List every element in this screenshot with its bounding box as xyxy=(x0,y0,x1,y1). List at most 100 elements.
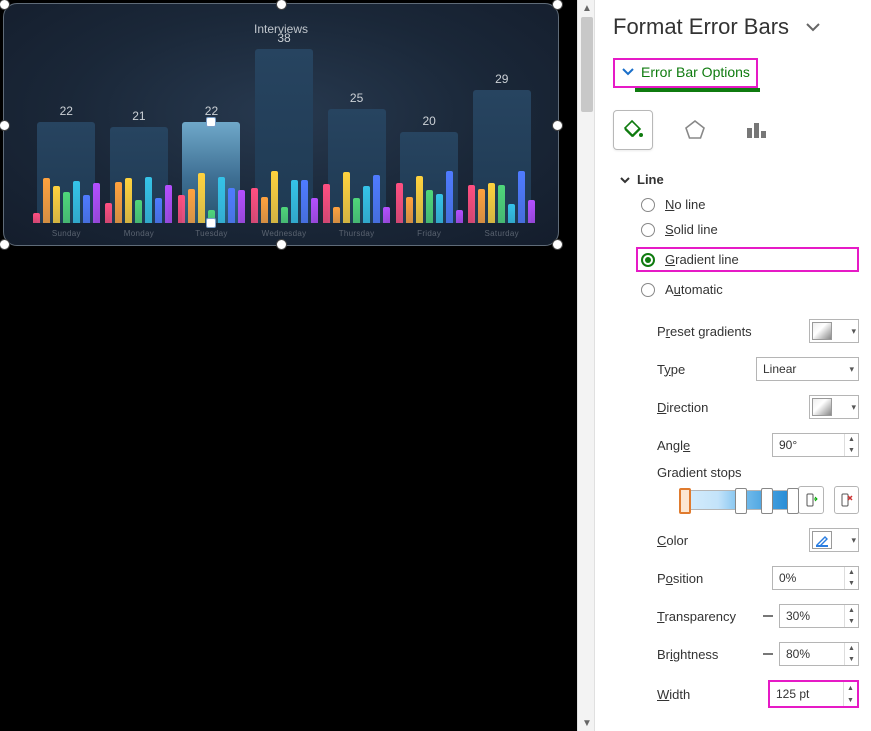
selection-handle[interactable] xyxy=(276,0,287,10)
error-bar-handle[interactable] xyxy=(206,117,216,127)
pencil-icon xyxy=(815,533,829,547)
mini-bar-group xyxy=(33,178,100,223)
spinner-down[interactable]: ▼ xyxy=(845,578,858,589)
selection-handle[interactable] xyxy=(0,0,10,10)
highlight-annotation: Error Bar Options xyxy=(613,58,758,88)
brightness-input[interactable]: 80% ▲▼ xyxy=(779,642,859,666)
error-bar-handle[interactable] xyxy=(206,218,216,228)
spinner-up[interactable]: ▲ xyxy=(845,567,858,578)
bar-options-tab[interactable] xyxy=(737,110,777,150)
chart-object[interactable]: Interviews 22Sunday21Monday22Tuesday38We… xyxy=(3,3,559,246)
mini-bar-group xyxy=(251,171,318,223)
selection-handle[interactable] xyxy=(0,239,10,250)
radio-automatic[interactable]: Automatic xyxy=(641,282,859,297)
scroll-down-arrow[interactable]: ▼ xyxy=(578,715,596,731)
mini-bar-group xyxy=(468,171,535,223)
selection-handle[interactable] xyxy=(552,239,563,250)
angle-label: Angle xyxy=(657,438,690,453)
active-tab-underline xyxy=(635,88,760,92)
axis-category-label: Friday xyxy=(393,229,466,238)
bar-chart-icon xyxy=(745,120,769,140)
vertical-scrollbar[interactable]: ▲ ▼ xyxy=(577,0,595,731)
highlight-annotation: Gradient line xyxy=(636,247,859,272)
add-gradient-stop-button[interactable] xyxy=(798,486,823,514)
type-dropdown[interactable]: Linear▾ xyxy=(756,357,859,381)
data-label: 38 xyxy=(248,31,321,45)
direction-label: Direction xyxy=(657,400,708,415)
line-section-header[interactable]: Line xyxy=(619,172,859,187)
spinner-down[interactable]: ▼ xyxy=(844,694,857,706)
color-label: Color xyxy=(657,533,688,548)
spinner-down[interactable]: ▼ xyxy=(845,445,858,456)
position-input[interactable]: 0% ▲▼ xyxy=(772,566,859,590)
brightness-label: Brightness xyxy=(657,647,718,662)
radio-no-line[interactable]: No line xyxy=(641,197,859,212)
pane-title: Format Error Bars xyxy=(613,14,789,40)
transparency-slider[interactable] xyxy=(763,609,773,623)
remove-gradient-stop-button[interactable] xyxy=(834,486,859,514)
transparency-label: Transparency xyxy=(657,609,736,624)
data-label: 29 xyxy=(465,72,538,86)
radio-solid-line[interactable]: Solid line xyxy=(641,222,859,237)
error-bar-options-menu[interactable]: Error Bar Options xyxy=(621,64,750,80)
data-label: 20 xyxy=(393,114,466,128)
highlight-annotation: 125 pt ▲▼ xyxy=(768,680,859,708)
scroll-up-arrow[interactable]: ▲ xyxy=(578,0,596,16)
format-pane: Format Error Bars Error Bar Options xyxy=(595,0,871,731)
direction-dropdown[interactable]: ▾ xyxy=(809,395,859,419)
gradient-stops-label: Gradient stops xyxy=(657,465,859,480)
transparency-input[interactable]: 30% ▲▼ xyxy=(779,604,859,628)
error-bar-options-label: Error Bar Options xyxy=(641,64,750,80)
axis-category-label: Monday xyxy=(103,229,176,238)
radio-gradient-line[interactable]: Gradient line xyxy=(641,252,849,267)
gradient-stops-track[interactable] xyxy=(680,490,788,510)
data-label: 22 xyxy=(175,104,248,118)
selection-handle[interactable] xyxy=(552,120,563,131)
color-picker[interactable]: ▾ xyxy=(809,528,859,552)
axis-category-label: Thursday xyxy=(320,229,393,238)
mini-bar-group xyxy=(178,173,245,223)
effects-tab[interactable] xyxy=(675,110,715,150)
mini-bar-group xyxy=(323,172,390,223)
axis-category-label: Sunday xyxy=(30,229,103,238)
type-label: Type xyxy=(657,362,685,377)
line-section-label: Line xyxy=(637,172,664,187)
width-label: Width xyxy=(657,687,690,702)
spinner-down[interactable]: ▼ xyxy=(845,616,858,627)
remove-stop-icon xyxy=(838,492,854,508)
preset-gradients-label: Preset gradients xyxy=(657,324,752,339)
spinner-up[interactable]: ▲ xyxy=(844,682,857,694)
chevron-down-icon xyxy=(619,174,631,186)
fill-and-line-tab[interactable] xyxy=(613,110,653,150)
position-label: Position xyxy=(657,571,703,586)
selection-handle[interactable] xyxy=(0,120,10,131)
data-label: 22 xyxy=(30,104,103,118)
pentagon-icon xyxy=(683,118,707,142)
gradient-stop[interactable] xyxy=(735,488,747,514)
angle-input[interactable]: 90° ▲▼ xyxy=(772,433,859,457)
mini-bar-group xyxy=(396,171,463,223)
spinner-down[interactable]: ▼ xyxy=(845,654,858,665)
scroll-thumb[interactable] xyxy=(581,17,593,112)
brightness-slider[interactable] xyxy=(763,647,773,661)
gradient-stop[interactable] xyxy=(761,488,773,514)
mini-bar-group xyxy=(105,177,172,223)
preset-gradients-dropdown[interactable]: ▾ xyxy=(809,319,859,343)
chevron-down-icon xyxy=(621,65,635,79)
gradient-stop[interactable] xyxy=(787,488,799,514)
data-label: 21 xyxy=(103,109,176,123)
selection-handle[interactable] xyxy=(552,0,563,10)
gradient-stop[interactable] xyxy=(679,488,691,514)
paint-bucket-icon xyxy=(621,118,645,142)
axis-category-label: Wednesday xyxy=(248,229,321,238)
spinner-up[interactable]: ▲ xyxy=(845,643,858,654)
width-input[interactable]: 125 pt ▲▼ xyxy=(770,682,857,706)
axis-category-label: Saturday xyxy=(465,229,538,238)
spinner-up[interactable]: ▲ xyxy=(845,434,858,445)
pane-options-chevron-icon[interactable] xyxy=(803,17,823,37)
slide-canvas[interactable]: Interviews 22Sunday21Monday22Tuesday38We… xyxy=(0,0,577,731)
axis-category-label: Tuesday xyxy=(175,229,248,238)
spinner-up[interactable]: ▲ xyxy=(845,605,858,616)
selection-handle[interactable] xyxy=(276,239,287,250)
chart-plot-area[interactable]: 22Sunday21Monday22Tuesday38Wednesday25Th… xyxy=(30,40,538,223)
